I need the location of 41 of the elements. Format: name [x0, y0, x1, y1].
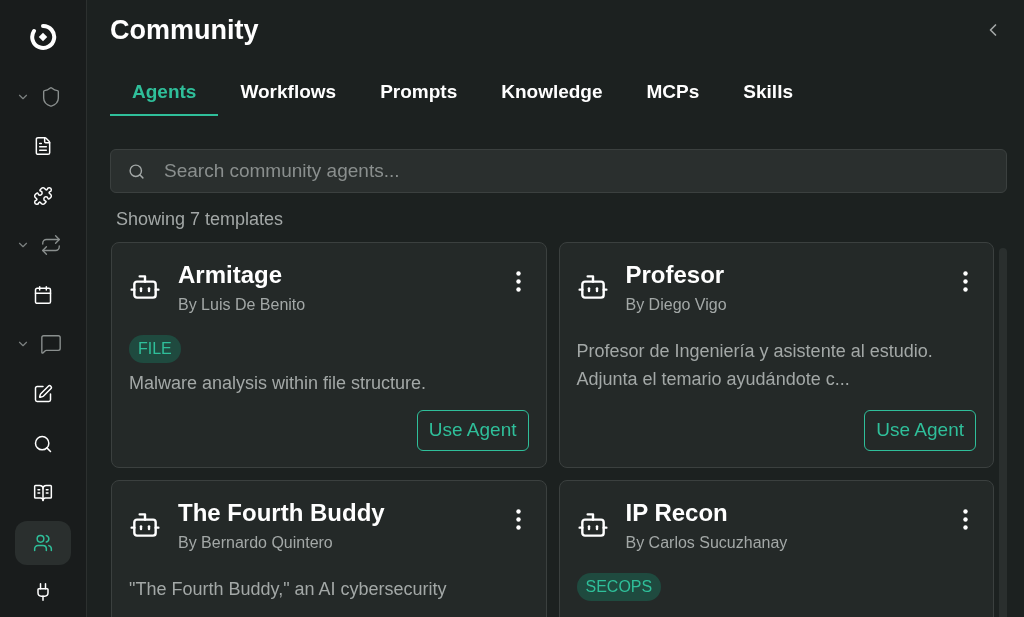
sidebar-button[interactable]	[15, 520, 71, 565]
use-agent-button[interactable]: Use Agent	[864, 410, 976, 451]
more-options-icon	[515, 271, 521, 292]
card-description: "The Fourth Buddy," an AI cybersecurity	[129, 578, 448, 601]
search-field[interactable]: Search community agents...	[110, 149, 1007, 193]
tag: SECOPS	[576, 573, 662, 601]
card-author: By Luis De Benito	[178, 295, 307, 315]
chat-icon[interactable]	[40, 333, 62, 356]
file-icon	[33, 136, 53, 157]
tab[interactable]: Prompts	[358, 70, 480, 116]
search-icon	[128, 163, 145, 180]
search-icon	[33, 433, 53, 454]
card-title: The Fourth Buddy	[178, 499, 386, 527]
shield-icon[interactable]	[40, 85, 62, 108]
use-agent-button[interactable]: Use Agent	[416, 410, 529, 451]
card-title: Armitage	[178, 261, 284, 289]
card-author: By Carlos Sucuzhanay	[625, 533, 789, 553]
card-title: IP Recon	[625, 499, 729, 527]
more-options-icon	[963, 509, 968, 530]
tab[interactable]: Workflows	[218, 70, 359, 116]
calendar-icon	[33, 284, 53, 305]
card-author: By Diego Vigo	[625, 295, 728, 315]
users-icon	[33, 532, 53, 553]
tag: FILE	[129, 335, 181, 363]
template-count: Showing 7 templates	[116, 208, 285, 231]
more-options-icon	[963, 271, 968, 292]
more-options-icon	[515, 509, 521, 530]
tab[interactable]: Knowledge	[479, 70, 625, 116]
card-author: By Bernardo Quintero	[178, 533, 334, 553]
card-description: Profesor de Ingeniería y asistente al estudio. Adjunta el temario ayudándote c...	[576, 340, 934, 391]
tab[interactable]: MCPs	[624, 70, 722, 116]
repeat-icon[interactable]	[40, 234, 62, 257]
tab[interactable]: Skills	[721, 70, 815, 116]
page-title: Community	[110, 13, 259, 47]
tab[interactable]: Agents	[110, 70, 219, 116]
card-title: Profesor	[625, 261, 726, 289]
book-icon	[33, 483, 53, 504]
card-description: Malware analysis within file structure.	[129, 372, 428, 395]
logo-icon[interactable]	[29, 22, 57, 51]
edit-icon	[33, 384, 53, 404]
puzzle-icon	[33, 185, 53, 206]
